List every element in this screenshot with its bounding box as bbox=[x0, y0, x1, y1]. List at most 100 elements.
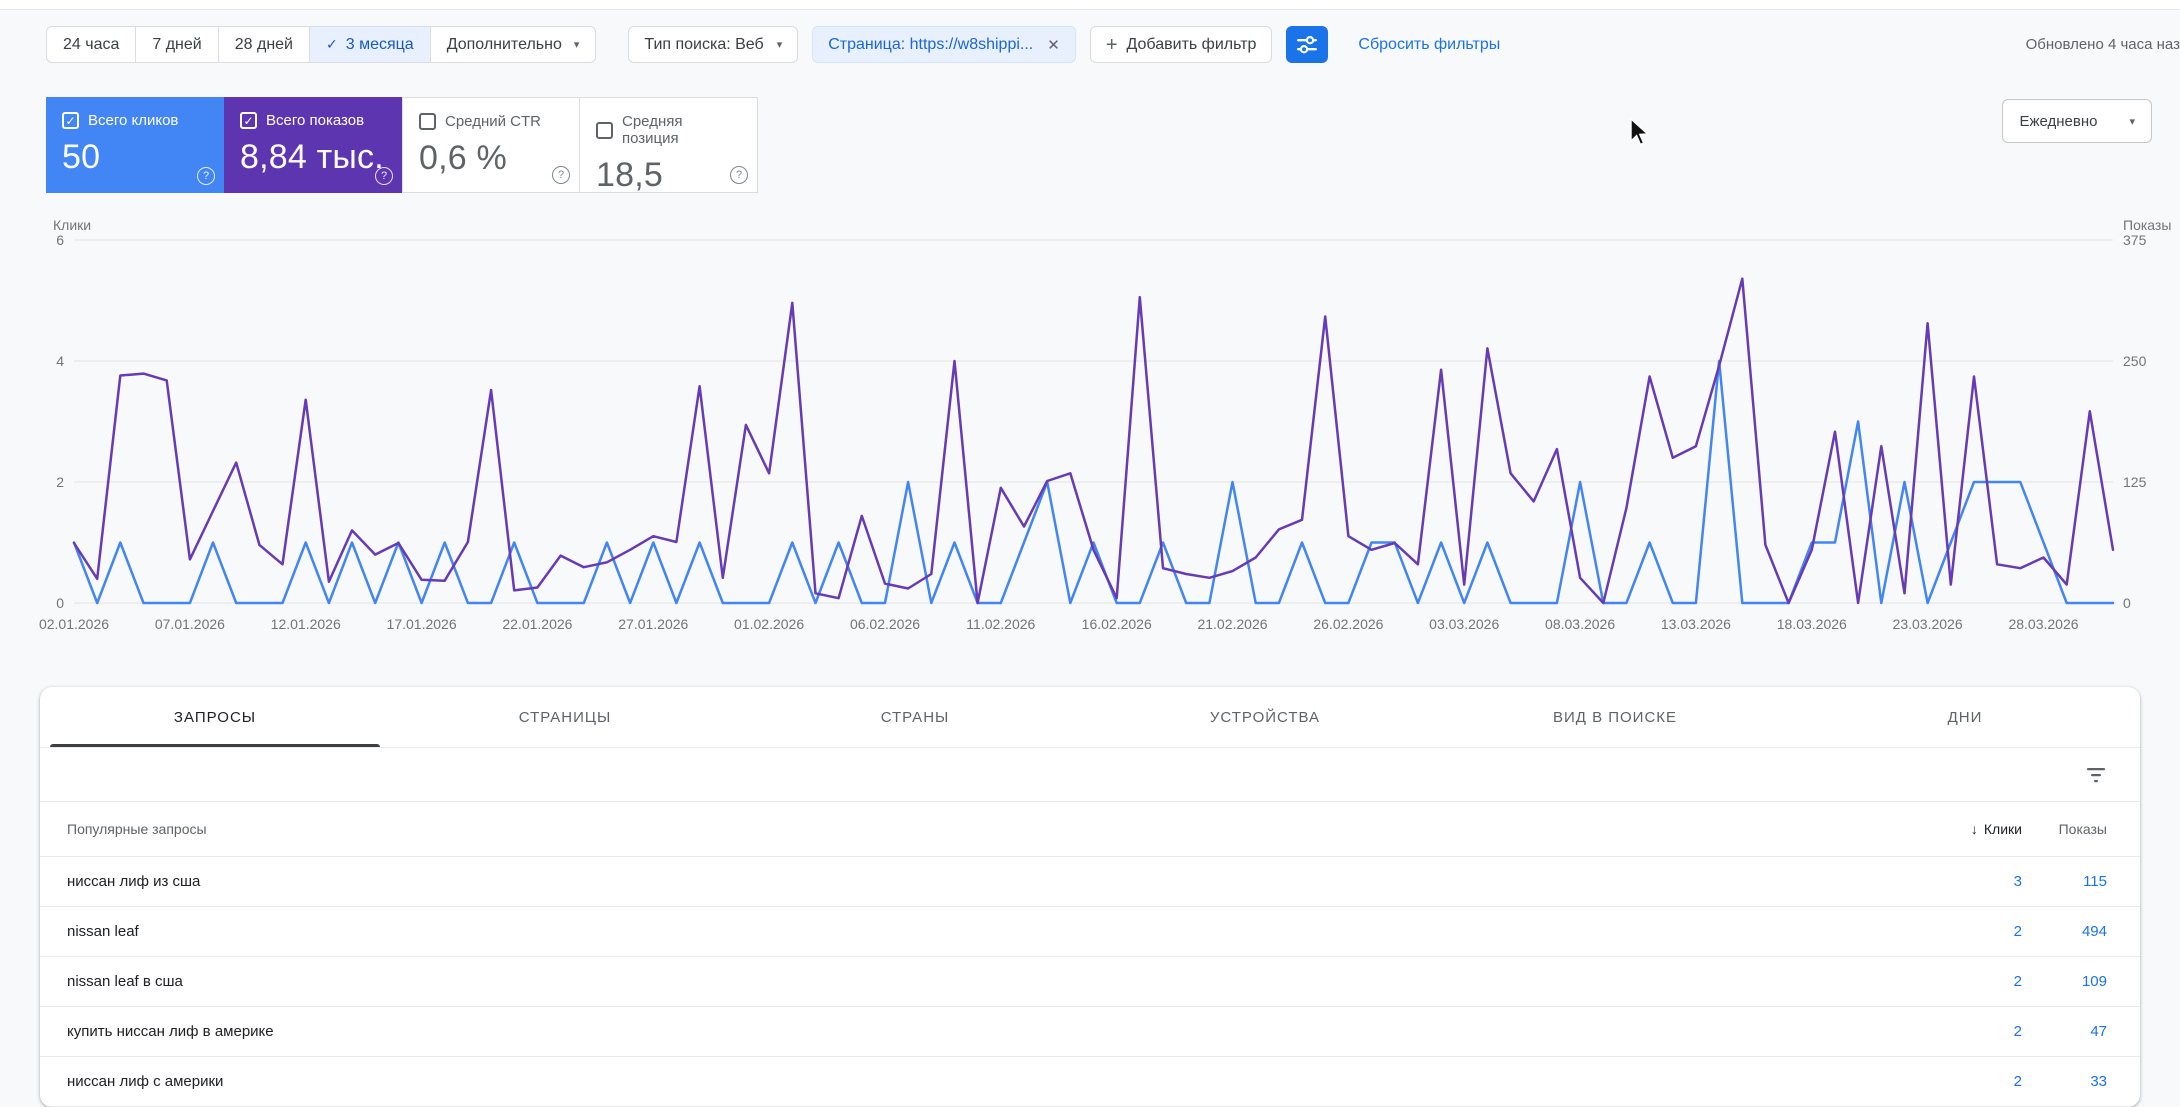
table-row[interactable]: ниссан лиф из сша 3 115 bbox=[40, 857, 2140, 907]
metric-value: 8,84 тыс. bbox=[240, 138, 384, 176]
dimensions-table-card: ЗАПРОСЫ СТРАНИЦЫ СТРАНЫ УСТРОЙСТВА ВИД В… bbox=[40, 687, 2140, 1107]
impressions-cell: 47 bbox=[2090, 1023, 2107, 1040]
svg-text:03.03.2026: 03.03.2026 bbox=[1429, 616, 1499, 632]
chart-canvas[interactable]: 0 0 2 125 4 250 6 375 Клики Показы 02.01.2026 07.01… bbox=[0, 216, 2180, 646]
table-filter-row bbox=[40, 748, 2140, 802]
svg-text:0: 0 bbox=[2123, 595, 2131, 611]
column-header-clicks[interactable]: ↓ Клики bbox=[1862, 821, 2022, 837]
help-icon[interactable]: ? bbox=[197, 167, 215, 185]
tab-devices[interactable]: УСТРОЙСТВА bbox=[1090, 687, 1440, 747]
search-type-chip[interactable]: Тип поиска: Веб ▾ bbox=[628, 26, 799, 63]
filter-list-icon[interactable] bbox=[2085, 765, 2107, 785]
svg-text:250: 250 bbox=[2123, 353, 2147, 369]
query-cell[interactable]: nissan leaf в сша bbox=[67, 973, 1862, 990]
query-cell[interactable]: ниссан лиф из сша bbox=[67, 873, 1862, 890]
metric-card-avg-position[interactable]: Средняя позиция 18,5 ? bbox=[580, 97, 758, 194]
range-more-button[interactable]: Дополнительно ▾ bbox=[429, 27, 596, 62]
svg-text:125: 125 bbox=[2123, 474, 2147, 490]
close-icon[interactable]: ✕ bbox=[1047, 36, 1060, 54]
column-header-query[interactable]: Популярные запросы bbox=[67, 821, 1862, 837]
table-row[interactable]: nissan leaf в сша 2 109 bbox=[40, 957, 2140, 1007]
range-7d-button[interactable]: 7 дней bbox=[135, 27, 217, 62]
tab-dates[interactable]: ДНИ bbox=[1790, 687, 2140, 747]
chevron-down-icon: ▾ bbox=[776, 39, 783, 51]
granularity-dropdown[interactable]: Ежедневно ▾ bbox=[2002, 99, 2152, 143]
metric-value: 0,6 % bbox=[419, 139, 507, 177]
reset-filters-link[interactable]: Сбросить фильтры bbox=[1358, 36, 1500, 54]
range-28d-button[interactable]: 28 дней bbox=[217, 27, 309, 62]
svg-text:11.02.2026: 11.02.2026 bbox=[966, 616, 1035, 632]
table-row[interactable]: nissan leaf 2 494 bbox=[40, 907, 2140, 957]
metric-label: Средний CTR bbox=[445, 113, 541, 130]
chip-label: Страница: https://w8shippi... bbox=[828, 35, 1034, 53]
clicks-cell: 2 bbox=[2013, 1023, 2022, 1040]
performance-chart[interactable]: 0 0 2 125 4 250 6 375 Клики Показы 02.01.2026 07.01… bbox=[0, 216, 2180, 651]
checkbox-unchecked-icon[interactable] bbox=[596, 121, 613, 139]
svg-text:Показы: Показы bbox=[2123, 217, 2171, 233]
add-filter-button[interactable]: + Добавить фильтр bbox=[1089, 26, 1273, 63]
metric-card-total-clicks[interactable]: ✓ Всего кликов 50 ? bbox=[46, 97, 224, 193]
range-label: 3 месяца bbox=[345, 35, 414, 53]
metric-label: Всего показов bbox=[266, 112, 365, 129]
metric-card-avg-ctr[interactable]: Средний CTR 0,6 % ? bbox=[402, 97, 580, 193]
table-row[interactable]: ниссан лиф с америки 2 33 bbox=[40, 1057, 2140, 1107]
svg-text:16.02.2026: 16.02.2026 bbox=[1082, 616, 1152, 632]
help-icon[interactable]: ? bbox=[730, 166, 748, 184]
svg-text:26.02.2026: 26.02.2026 bbox=[1313, 616, 1383, 632]
table-tabs: ЗАПРОСЫ СТРАНИЦЫ СТРАНЫ УСТРОЙСТВА ВИД В… bbox=[40, 687, 2140, 748]
svg-text:02.01.2026: 02.01.2026 bbox=[39, 616, 109, 632]
help-icon[interactable]: ? bbox=[375, 167, 393, 185]
query-cell[interactable]: купить ниссан лиф в америке bbox=[67, 1023, 1862, 1040]
checkbox-unchecked-icon[interactable] bbox=[419, 113, 436, 130]
svg-text:0: 0 bbox=[56, 595, 64, 611]
svg-text:22.01.2026: 22.01.2026 bbox=[502, 616, 572, 632]
range-label: Дополнительно bbox=[446, 35, 562, 53]
svg-text:06.02.2026: 06.02.2026 bbox=[850, 616, 920, 632]
checkbox-checked-icon[interactable]: ✓ bbox=[62, 112, 79, 129]
column-header-impressions[interactable]: Показы bbox=[2022, 821, 2107, 837]
impressions-cell: 494 bbox=[2081, 923, 2107, 940]
range-24h-button[interactable]: 24 часа bbox=[47, 27, 135, 62]
help-icon[interactable]: ? bbox=[552, 166, 570, 184]
clicks-cell: 2 bbox=[2013, 973, 2022, 990]
svg-text:6: 6 bbox=[56, 232, 64, 248]
column-header-label: Клики bbox=[1983, 821, 2022, 837]
date-range-segment: 24 часа 7 дней 28 дней ✓ 3 месяца Дополн… bbox=[46, 26, 597, 63]
query-cell[interactable]: nissan leaf bbox=[67, 923, 1862, 940]
tune-sliders-icon bbox=[1297, 35, 1318, 53]
impressions-cell: 115 bbox=[2083, 873, 2107, 890]
checkbox-checked-icon[interactable]: ✓ bbox=[240, 112, 257, 129]
tab-search-appearance[interactable]: ВИД В ПОИСКЕ bbox=[1440, 687, 1790, 747]
range-label: 28 дней bbox=[234, 35, 293, 53]
tab-queries[interactable]: ЗАПРОСЫ bbox=[40, 687, 390, 747]
svg-text:28.03.2026: 28.03.2026 bbox=[2008, 616, 2078, 632]
svg-text:27.01.2026: 27.01.2026 bbox=[618, 616, 688, 632]
svg-text:07.01.2026: 07.01.2026 bbox=[155, 616, 225, 632]
metric-value: 50 bbox=[62, 138, 101, 176]
svg-text:01.02.2026: 01.02.2026 bbox=[734, 616, 804, 632]
top-divider bbox=[0, 0, 2180, 10]
metric-card-total-impressions[interactable]: ✓ Всего показов 8,84 тыс. ? bbox=[224, 97, 402, 193]
filter-bar: 24 часа 7 дней 28 дней ✓ 3 месяца Дополн… bbox=[0, 26, 2180, 63]
sort-desc-icon: ↓ bbox=[1970, 821, 1978, 837]
svg-text:18.03.2026: 18.03.2026 bbox=[1777, 616, 1847, 632]
chip-label: Добавить фильтр bbox=[1126, 35, 1257, 53]
tab-countries[interactable]: СТРАНЫ bbox=[740, 687, 1090, 747]
tab-pages[interactable]: СТРАНИЦЫ bbox=[390, 687, 740, 747]
page-filter-chip[interactable]: Страница: https://w8shippi... ✕ bbox=[812, 26, 1076, 63]
chip-label: Тип поиска: Веб bbox=[644, 35, 764, 53]
svg-text:Клики: Клики bbox=[53, 217, 91, 233]
metric-label: Средняя позиция bbox=[622, 113, 683, 147]
table-header-row: Популярные запросы ↓ Клики Показы bbox=[40, 802, 2140, 857]
table-row[interactable]: купить ниссан лиф в америке 2 47 bbox=[40, 1007, 2140, 1057]
range-3m-button[interactable]: ✓ 3 месяца bbox=[308, 27, 430, 62]
svg-text:2: 2 bbox=[56, 474, 64, 490]
filter-settings-button[interactable] bbox=[1286, 26, 1329, 63]
svg-text:17.01.2026: 17.01.2026 bbox=[387, 616, 457, 632]
svg-text:12.01.2026: 12.01.2026 bbox=[271, 616, 341, 632]
metrics-row: ✓ Всего кликов 50 ? ✓ Всего показов 8,84… bbox=[46, 97, 2180, 194]
clicks-cell: 2 bbox=[2013, 923, 2022, 940]
svg-text:375: 375 bbox=[2123, 232, 2147, 248]
chevron-down-icon: ▾ bbox=[2129, 115, 2135, 128]
chevron-down-icon: ▾ bbox=[573, 39, 580, 51]
